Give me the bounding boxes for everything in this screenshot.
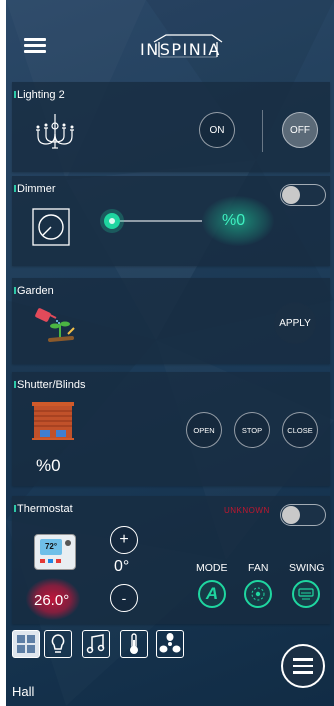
ac-swing-icon bbox=[298, 588, 314, 600]
garden-apply-button[interactable]: APPLY bbox=[274, 302, 316, 344]
grid-icon-glyph bbox=[17, 635, 35, 653]
mode-auto-button[interactable]: A bbox=[198, 580, 226, 608]
fan-icon[interactable] bbox=[156, 630, 184, 658]
shutter-value: %0 bbox=[36, 456, 61, 475]
shutter-card: Shutter/Blinds %0 OPEN STOP CLOSE bbox=[12, 372, 330, 486]
card-title: Dimmer bbox=[14, 183, 56, 195]
toggle-knob bbox=[282, 186, 300, 204]
thermostat-card: Thermostat UNKNOWN 72° 26.0° + 0° - MODE… bbox=[12, 496, 330, 624]
toggle-knob bbox=[282, 506, 300, 524]
fan-speed-icon bbox=[251, 587, 265, 601]
mode-label: MODE bbox=[196, 562, 228, 574]
grid-icon[interactable] bbox=[12, 630, 40, 658]
temp-plus-button[interactable]: + bbox=[110, 526, 138, 554]
lightbulb-glyph bbox=[51, 634, 65, 653]
music-note-glyph bbox=[86, 634, 105, 654]
device-led-red bbox=[56, 559, 61, 563]
device-led-blue bbox=[48, 559, 53, 563]
hamburger-menu-icon[interactable] bbox=[24, 38, 46, 54]
setpoint-value: 0° bbox=[114, 558, 130, 575]
logo-text: INSPINIA bbox=[140, 40, 221, 59]
watering-can-plant-icon bbox=[35, 308, 75, 342]
music-note-icon[interactable] bbox=[82, 630, 110, 658]
device-knob bbox=[65, 540, 71, 546]
dimmer-slider[interactable] bbox=[98, 206, 208, 236]
lightbulb-icon[interactable] bbox=[44, 630, 72, 658]
shutter-stop-button[interactable]: STOP bbox=[234, 412, 270, 448]
light-off-button[interactable]: OFF bbox=[282, 112, 318, 148]
garden-card: Garden APPLY bbox=[12, 278, 330, 364]
thermostat-status: UNKNOWN bbox=[224, 506, 270, 515]
app-screen: INSPINIA Lighting 2 ON OFF Dimmer %0 Gar… bbox=[6, 0, 334, 706]
shutter-close-button[interactable]: CLOSE bbox=[282, 412, 318, 448]
thermostat-display: 72° bbox=[40, 539, 62, 555]
divider bbox=[262, 110, 263, 152]
card-title: Garden bbox=[14, 285, 54, 297]
swing-button[interactable] bbox=[292, 580, 320, 608]
fan-glyph bbox=[159, 633, 181, 653]
lighting-card: Lighting 2 ON OFF bbox=[12, 82, 330, 172]
shutter-open-button[interactable]: OPEN bbox=[186, 412, 222, 448]
fan-label: FAN bbox=[248, 562, 269, 574]
fan-button[interactable] bbox=[244, 580, 272, 608]
mode-auto-icon: A bbox=[205, 584, 219, 603]
dimmer-value: %0 bbox=[222, 212, 246, 229]
top-bar: INSPINIA bbox=[6, 0, 334, 80]
thermostat-toggle[interactable] bbox=[280, 504, 326, 526]
dimmer-card: Dimmer %0 bbox=[12, 176, 330, 266]
dimmer-knob-icon bbox=[32, 208, 70, 246]
room-label: Hall bbox=[12, 684, 35, 699]
thermostat-device-icon: 72° bbox=[34, 534, 76, 570]
card-title: Lighting 2 bbox=[14, 89, 65, 101]
device-led-red bbox=[40, 559, 45, 563]
dimmer-toggle[interactable] bbox=[280, 184, 326, 206]
card-title: Thermostat bbox=[14, 503, 73, 515]
card-title: Shutter/Blinds bbox=[13, 379, 86, 391]
shutter-blinds-icon bbox=[32, 402, 74, 440]
circle-menu-icon[interactable] bbox=[281, 644, 325, 688]
swing-label: SWING bbox=[289, 562, 325, 574]
thermometer-icon[interactable] bbox=[120, 630, 148, 658]
thermometer-glyph bbox=[130, 633, 138, 654]
light-on-button[interactable]: ON bbox=[199, 112, 235, 148]
temp-minus-button[interactable]: - bbox=[110, 584, 138, 612]
chandelier-icon bbox=[36, 114, 74, 149]
current-temp: 26.0° bbox=[34, 592, 70, 609]
app-logo: INSPINIA bbox=[126, 30, 236, 62]
